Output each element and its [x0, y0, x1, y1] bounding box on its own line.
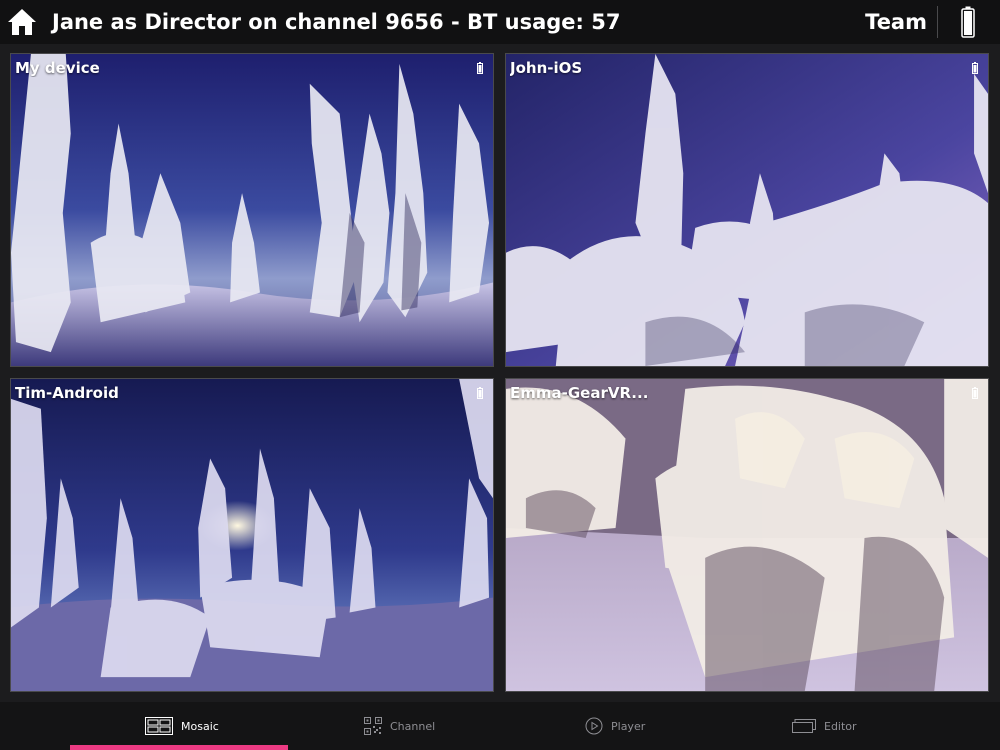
app-window: Jane as Director on channel 9656 - BT us… [0, 0, 1000, 750]
video-tile-tim-android[interactable]: Tim-Android [10, 378, 494, 692]
battery-icon [961, 6, 975, 38]
bottom-tab-bar: Mosaic Channel Player Editor [0, 702, 1000, 750]
play-icon [585, 717, 603, 735]
qr-code-icon [364, 717, 382, 735]
snow-forest-scene [506, 379, 988, 691]
page-title: Jane as Director on channel 9656 - BT us… [52, 10, 621, 34]
tab-editor[interactable]: Editor [792, 702, 857, 750]
tile-label: My device [15, 59, 100, 77]
video-tile-emma-gearvr[interactable]: Emma-GearVR... [505, 378, 989, 692]
battery-icon [972, 62, 978, 74]
home-button[interactable] [6, 6, 38, 38]
video-tile-my-device[interactable]: My device [10, 53, 494, 367]
tab-label: Editor [824, 719, 857, 733]
tile-label: Emma-GearVR... [510, 384, 649, 402]
snow-forest-scene [506, 54, 988, 366]
video-tile-john-ios[interactable]: John-iOS [505, 53, 989, 367]
home-icon [8, 9, 36, 35]
tab-label: Player [611, 719, 646, 733]
header-divider [937, 6, 938, 38]
active-tab-indicator [70, 745, 288, 750]
tab-player[interactable]: Player [585, 702, 645, 750]
team-button[interactable]: Team [865, 0, 927, 44]
tab-label: Mosaic [181, 719, 219, 733]
mosaic-icon [145, 717, 173, 735]
snow-forest-scene [11, 379, 493, 691]
battery-icon [477, 387, 483, 399]
tile-label: John-iOS [510, 59, 583, 77]
snow-forest-scene [11, 54, 493, 366]
tile-label: Tim-Android [15, 384, 119, 402]
top-bar: Jane as Director on channel 9656 - BT us… [0, 0, 1000, 44]
battery-icon [972, 387, 978, 399]
tab-label: Channel [390, 719, 436, 733]
tab-channel[interactable]: Channel [364, 702, 435, 750]
editor-icon [792, 719, 816, 733]
tab-mosaic[interactable]: Mosaic [145, 702, 219, 750]
battery-icon [477, 62, 483, 74]
